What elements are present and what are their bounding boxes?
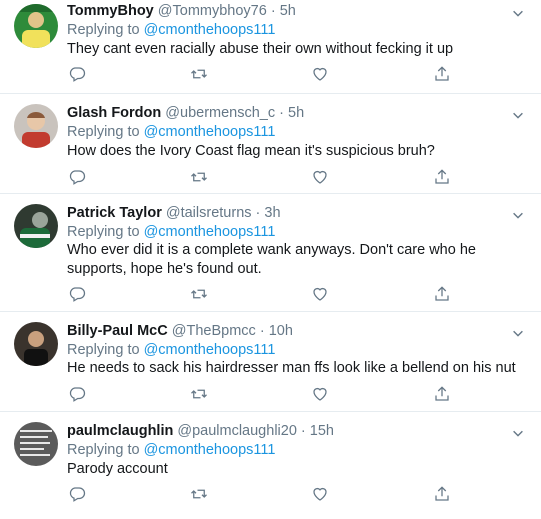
timestamp[interactable]: 10h <box>269 323 293 339</box>
tweet-text: They cant even racially abuse their own … <box>67 41 454 57</box>
reply-icon[interactable] <box>67 484 87 504</box>
heart-icon[interactable] <box>310 64 330 84</box>
tweet-header: Glash Fordon @ubermensch_c · 5h <box>67 104 304 122</box>
chevron-down-icon[interactable] <box>511 326 527 342</box>
tweet[interactable]: paulmclaughlin @paulmclaughli20 · 15h Re… <box>0 412 541 519</box>
mention-link[interactable]: @cmonthehoops111 <box>144 224 276 240</box>
avatar[interactable] <box>14 204 58 248</box>
share-icon[interactable] <box>432 384 452 404</box>
retweet-icon[interactable] <box>189 484 209 504</box>
mention-link[interactable]: @cmonthehoops111 <box>144 342 276 358</box>
chevron-down-icon[interactable] <box>511 6 527 22</box>
user-handle[interactable]: @Tommybhoy76 <box>158 3 267 19</box>
tweet[interactable]: TommyBhoy @Tommybhoy76 · 5h Replying to … <box>0 0 541 94</box>
separator-dot: · <box>255 205 261 221</box>
tweet-actions <box>67 384 467 404</box>
mention-link[interactable]: @cmonthehoops111 <box>144 124 276 140</box>
share-icon[interactable] <box>432 167 452 187</box>
replying-to: Replying to @cmonthehoops111 <box>67 441 275 459</box>
heart-icon[interactable] <box>310 284 330 304</box>
tweet-header: Billy-Paul McC @TheBpmcc · 10h <box>67 322 293 340</box>
retweet-icon[interactable] <box>189 384 209 404</box>
tweet-actions <box>67 167 467 187</box>
user-handle[interactable]: @paulmclaughli20 <box>177 423 297 439</box>
avatar[interactable] <box>14 422 58 466</box>
separator-dot: · <box>300 423 306 439</box>
separator-dot: · <box>279 105 284 121</box>
share-icon[interactable] <box>432 484 452 504</box>
tweet[interactable]: Patrick Taylor @tailsreturns · 3h Replyi… <box>0 194 541 312</box>
tweet-actions <box>67 64 467 84</box>
chevron-down-icon[interactable] <box>511 208 527 224</box>
display-name[interactable]: Billy-Paul McC <box>67 323 168 339</box>
user-handle[interactable]: @TheBpmcc <box>172 323 256 339</box>
replying-to-label: Replying to <box>67 124 144 140</box>
avatar[interactable] <box>14 104 58 148</box>
separator-dot: · <box>259 323 265 339</box>
timestamp[interactable]: 3h <box>264 205 280 221</box>
tweet-text: Who ever did it is a complete wank anywa… <box>67 242 476 277</box>
replying-to-label: Replying to <box>67 224 144 240</box>
timestamp[interactable]: 5h <box>288 105 304 121</box>
reply-icon[interactable] <box>67 384 87 404</box>
timestamp[interactable]: 5h <box>280 3 296 19</box>
tweet-text: He needs to sack his hairdresser man ffs… <box>67 360 516 376</box>
timestamp[interactable]: 15h <box>310 423 334 439</box>
user-handle[interactable]: @tailsreturns <box>166 205 252 221</box>
replying-to-label: Replying to <box>67 22 144 38</box>
replying-to-label: Replying to <box>67 342 144 358</box>
retweet-icon[interactable] <box>189 284 209 304</box>
heart-icon[interactable] <box>310 484 330 504</box>
tweet-actions <box>67 484 467 504</box>
avatar[interactable] <box>14 4 58 48</box>
replies-feed: TommyBhoy @Tommybhoy76 · 5h Replying to … <box>0 0 541 519</box>
retweet-icon[interactable] <box>189 167 209 187</box>
display-name[interactable]: Glash Fordon <box>67 105 161 121</box>
mention-link[interactable]: @cmonthehoops111 <box>144 22 276 38</box>
user-handle[interactable]: @ubermensch_c <box>165 105 275 121</box>
replying-to-label: Replying to <box>67 442 144 458</box>
share-icon[interactable] <box>432 284 452 304</box>
reply-icon[interactable] <box>67 64 87 84</box>
replying-to: Replying to @cmonthehoops111 <box>67 123 275 141</box>
reply-icon[interactable] <box>67 284 87 304</box>
replying-to: Replying to @cmonthehoops111 <box>67 21 275 39</box>
display-name[interactable]: paulmclaughlin <box>67 423 173 439</box>
share-icon[interactable] <box>432 64 452 84</box>
retweet-icon[interactable] <box>189 64 209 84</box>
mention-link[interactable]: @cmonthehoops111 <box>144 442 276 458</box>
tweet-header: paulmclaughlin @paulmclaughli20 · 15h <box>67 422 334 440</box>
separator-dot: · <box>270 3 276 19</box>
tweet[interactable]: Billy-Paul McC @TheBpmcc · 10h Replying … <box>0 312 541 412</box>
replying-to: Replying to @cmonthehoops111 <box>67 341 275 359</box>
display-name[interactable]: Patrick Taylor <box>67 205 162 221</box>
chevron-down-icon[interactable] <box>511 426 527 442</box>
tweet[interactable]: Glash Fordon @ubermensch_c · 5h Replying… <box>0 94 541 194</box>
avatar[interactable] <box>14 322 58 366</box>
replying-to: Replying to @cmonthehoops111 <box>67 223 275 241</box>
tweet-header: TommyBhoy @Tommybhoy76 · 5h <box>67 2 296 20</box>
tweet-text: How does the Ivory Coast flag mean it's … <box>67 143 435 159</box>
chevron-down-icon[interactable] <box>511 108 527 124</box>
display-name[interactable]: TommyBhoy <box>67 3 154 19</box>
heart-icon[interactable] <box>310 167 330 187</box>
heart-icon[interactable] <box>310 384 330 404</box>
tweet-text: Parody account <box>67 461 168 477</box>
tweet-header: Patrick Taylor @tailsreturns · 3h <box>67 204 281 222</box>
reply-icon[interactable] <box>67 167 87 187</box>
tweet-actions <box>67 284 467 304</box>
